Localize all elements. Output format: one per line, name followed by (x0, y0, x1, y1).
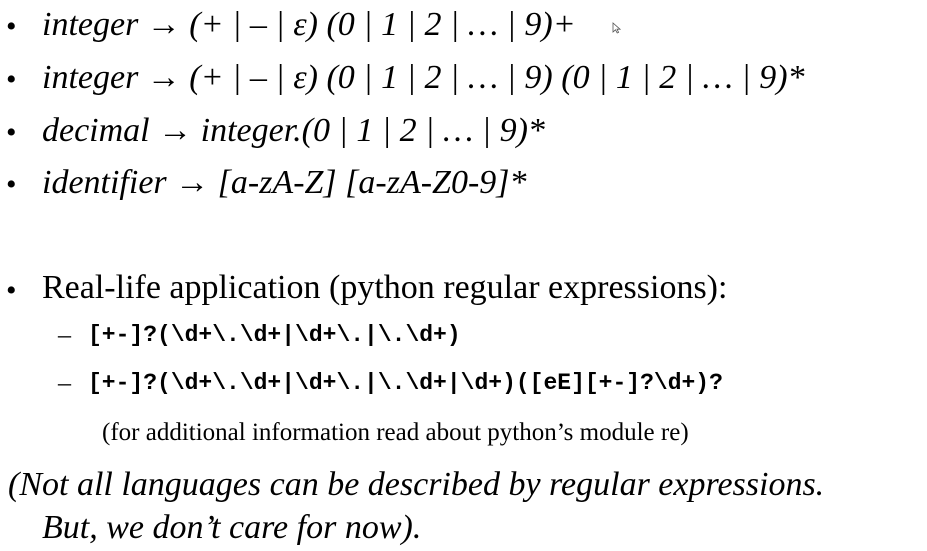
dash-marker: – (58, 320, 71, 349)
mouse-cursor-icon (612, 22, 621, 34)
bullet-icon: • (6, 116, 17, 149)
closing-line-2: But, we don’t care for now). (42, 509, 422, 546)
rule-integer-star: integer → (+ | – | ε) (0 | 1 | 2 | … | 9… (42, 59, 805, 96)
bullet-icon: • (6, 63, 17, 96)
closing-line-1: (Not all languages can be described by r… (8, 466, 825, 503)
additional-info-note: (for additional information read about p… (102, 419, 689, 446)
rule-decimal: decimal → integer.(0 | 1 | 2 | … | 9)* (42, 112, 545, 149)
rule-identifier: identifier → [a-zA-Z] [a-zA-Z0-9]* (42, 164, 527, 201)
application-heading: Real-life application (python regular ex… (42, 269, 728, 306)
bullet-icon: • (6, 10, 17, 43)
bullet-icon: • (6, 274, 17, 307)
dash-marker: – (58, 368, 71, 397)
slide: • integer → (+ | – | ε) (0 | 1 | 2 | … |… (0, 0, 927, 551)
regex-pattern-1: [+-]?(\d+\.\d+|\d+\.|\.\d+) (88, 322, 461, 348)
bullet-icon: • (6, 168, 17, 201)
rule-integer-plus: integer → (+ | – | ε) (0 | 1 | 2 | … | 9… (42, 6, 576, 43)
regex-pattern-2: [+-]?(\d+\.\d+|\d+\.|\.\d+|\d+)([eE][+-]… (88, 370, 723, 396)
